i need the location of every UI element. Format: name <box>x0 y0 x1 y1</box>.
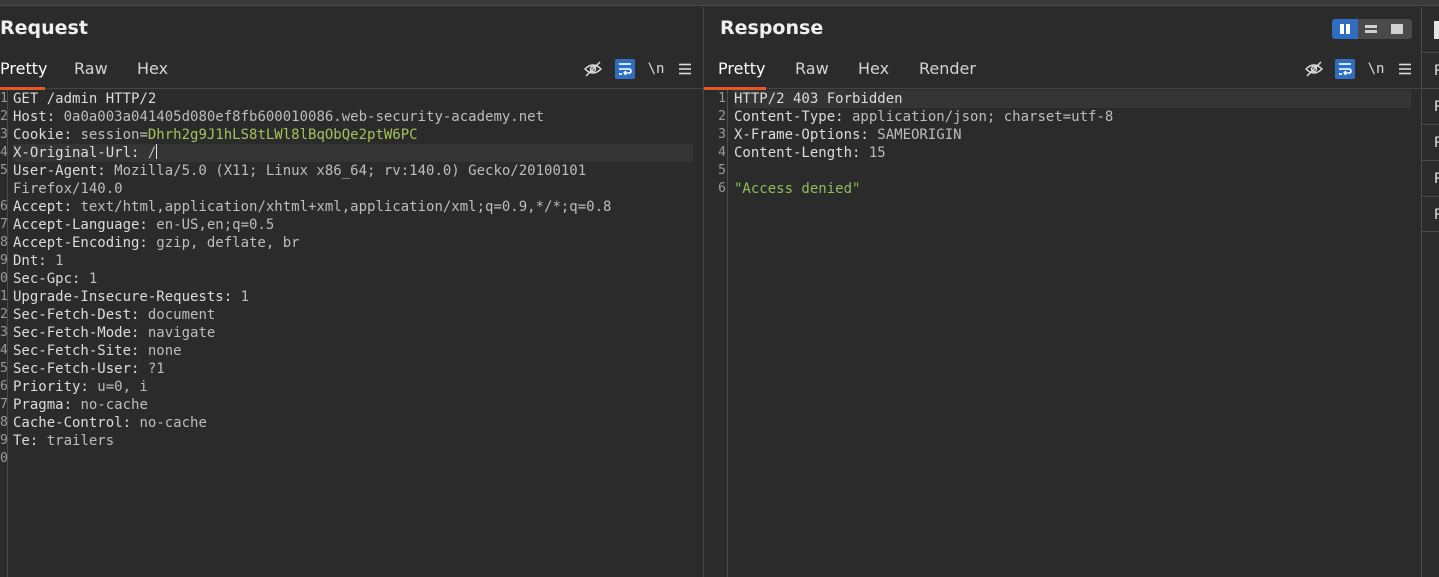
inspector-item[interactable]: R <box>1422 88 1439 124</box>
response-tab-pretty[interactable]: Pretty <box>704 53 766 90</box>
line-number: 3 <box>0 325 8 340</box>
request-line: Dnt: 1 <box>13 253 64 269</box>
line-number: 9 <box>0 433 8 448</box>
response-line-current: HTTP/2 403 Forbidden <box>734 90 1411 108</box>
request-line: Sec-Fetch-Mode: navigate <box>13 325 216 341</box>
request-line: Cache-Control: no-cache <box>13 415 207 431</box>
inspector-item[interactable]: R <box>1422 124 1439 160</box>
line-number: 3 <box>0 127 8 142</box>
request-line: Pragma: no-cache <box>13 397 148 413</box>
wrap-lines-icon[interactable] <box>1335 59 1355 79</box>
response-line: X-Frame-Options: SAMEORIGIN <box>734 127 962 143</box>
request-line: User-Agent: Mozilla/5.0 (X11; Linux x86_… <box>13 163 587 179</box>
request-line: Sec-Fetch-Dest: document <box>13 307 216 323</box>
line-number: 4 <box>0 145 8 160</box>
request-line: Te: trailers <box>13 433 115 449</box>
hamburger-menu-icon[interactable] <box>1395 59 1415 79</box>
inspector-strip: R R R R R <box>1421 7 1439 577</box>
line-number: 8 <box>0 235 8 250</box>
request-line: Priority: u=0, i <box>13 379 148 395</box>
text-caret <box>156 144 158 159</box>
hide-nonprintable-icon[interactable] <box>583 59 603 79</box>
line-number: 2 <box>718 109 726 124</box>
request-line: Sec-Gpc: 1 <box>13 271 98 287</box>
request-tab-pretty[interactable]: Pretty <box>0 53 47 90</box>
inspector-toggle[interactable] <box>1434 21 1439 39</box>
line-number: 9 <box>0 253 8 268</box>
response-title: Response <box>720 17 824 39</box>
split-horizontal-icon[interactable] <box>1358 19 1384 39</box>
line-number: 4 <box>0 343 8 358</box>
line-number: 7 <box>0 217 8 232</box>
line-number: 6 <box>0 379 8 394</box>
response-line: Content-Length: 15 <box>734 145 886 161</box>
line-number: 4 <box>718 145 726 160</box>
inspector-item[interactable]: R <box>1422 160 1439 196</box>
response-gutter: 1 2 3 4 5 6 <box>704 90 728 577</box>
newline-toggle[interactable]: \n <box>646 59 666 79</box>
response-line: Content-Type: application/json; charset=… <box>734 109 1114 125</box>
response-tab-render[interactable]: Render <box>919 53 976 89</box>
request-line: Accept-Language: en-US,en;q=0.5 <box>13 217 275 233</box>
line-number: 0 <box>0 451 8 466</box>
line-number: 8 <box>0 415 8 430</box>
line-number: 1 <box>0 91 8 106</box>
hamburger-menu-icon[interactable] <box>675 59 695 79</box>
session-cookie-value: Dhrh2g9J1hLS8tLWl8lBqObQe2ptW6PC <box>147 127 418 143</box>
request-line: Cookie: session=Dhrh2g9J1hLS8tLWl8lBqObQ… <box>13 127 418 143</box>
response-tab-hex[interactable]: Hex <box>858 53 889 89</box>
layout-toggle-group <box>1332 19 1412 39</box>
inspector-item[interactable]: R <box>1422 196 1439 232</box>
request-line: GET /admin HTTP/2 <box>13 91 157 107</box>
line-number <box>0 180 7 198</box>
request-line: Upgrade-Insecure-Requests: 1 <box>13 289 250 305</box>
line-number: 1 <box>718 91 726 106</box>
line-number: 5 <box>718 163 726 178</box>
hide-nonprintable-icon[interactable] <box>1304 59 1324 79</box>
line-number: 7 <box>0 397 8 412</box>
request-line: Sec-Fetch-Site: none <box>13 343 182 359</box>
request-line-current: X-Original-Url: / <box>13 144 693 162</box>
request-tab-hex[interactable]: Hex <box>137 53 168 89</box>
response-pane: Response Pretty Raw Hex Render \n 1 2 3 … <box>704 7 1421 577</box>
request-pane: Request Pretty Raw Hex \n 1 2 3 4 5 6 7 … <box>0 7 703 577</box>
line-number: 2 <box>0 307 8 322</box>
line-number: 6 <box>0 199 8 214</box>
request-line: Accept-Encoding: gzip, deflate, br <box>13 235 300 251</box>
request-tab-raw[interactable]: Raw <box>74 53 108 89</box>
response-editor[interactable]: 1 2 3 4 5 6 HTTP/2 403 Forbidden Content… <box>704 90 1411 577</box>
line-number: 6 <box>718 181 726 196</box>
line-number: 2 <box>0 109 8 124</box>
inspector-item[interactable]: R <box>1422 52 1439 88</box>
single-pane-icon[interactable] <box>1384 19 1410 39</box>
response-line <box>734 162 1411 180</box>
request-title: Request <box>0 17 88 39</box>
request-gutter: 1 2 3 4 5 6 7 8 9 0 1 2 3 4 5 6 7 8 9 0 <box>0 90 8 577</box>
line-number: 0 <box>0 271 8 286</box>
line-number: 1 <box>0 289 8 304</box>
request-line: Firefox/140.0 <box>13 181 123 197</box>
response-code[interactable]: HTTP/2 403 Forbidden Content-Type: appli… <box>734 90 1411 198</box>
newline-toggle[interactable]: \n <box>1366 59 1386 79</box>
wrap-lines-icon[interactable] <box>615 59 635 79</box>
split-vertical-icon[interactable] <box>1332 19 1358 39</box>
request-line: Accept: text/html,application/xhtml+xml,… <box>13 199 612 215</box>
request-editor[interactable]: 1 2 3 4 5 6 7 8 9 0 1 2 3 4 5 6 7 8 9 0 … <box>0 90 693 577</box>
request-code[interactable]: GET /admin HTTP/2 Host: 0a0a003a041405d0… <box>13 90 693 450</box>
response-tab-raw[interactable]: Raw <box>795 53 829 89</box>
response-line: "Access denied" <box>734 180 1411 198</box>
line-number: 3 <box>718 127 726 142</box>
line-number: 5 <box>0 163 8 178</box>
top-border <box>0 0 1439 6</box>
json-string: "Access denied" <box>734 181 861 197</box>
line-number: 5 <box>0 361 8 376</box>
request-line: Sec-Fetch-User: ?1 <box>13 361 165 377</box>
request-line: Host: 0a0a003a041405d080ef8fb600010086.w… <box>13 109 545 125</box>
